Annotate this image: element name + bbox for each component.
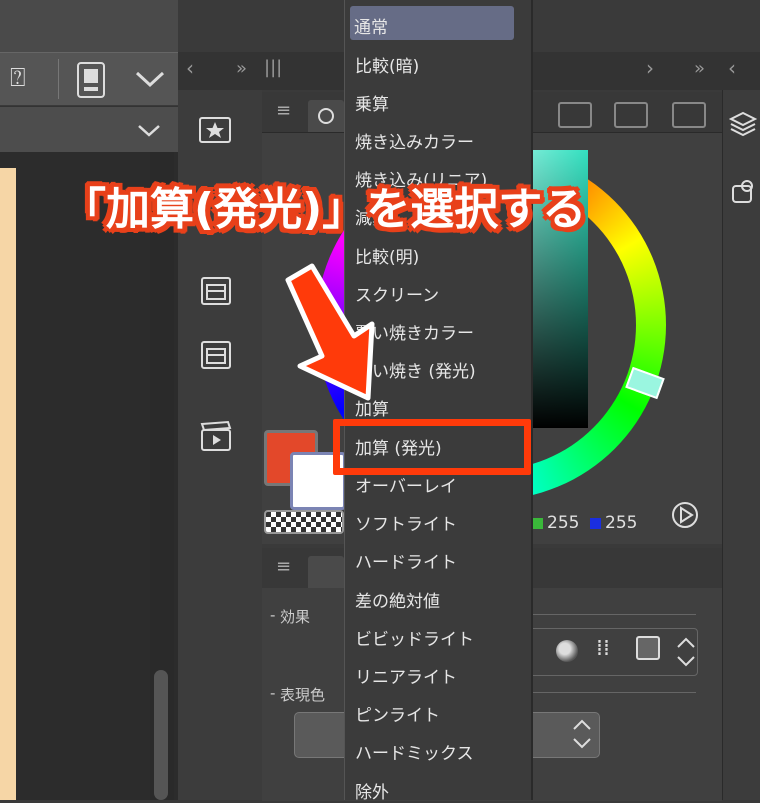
- expression-color-label: 表現色: [280, 686, 326, 704]
- highlight-box: [333, 419, 531, 475]
- tab-color-wheel[interactable]: [308, 100, 344, 132]
- menu-icon[interactable]: ≡: [276, 100, 291, 121]
- menu-item-hard-mix[interactable]: ハードミックス: [355, 739, 474, 764]
- animation-icon[interactable]: [200, 420, 232, 452]
- toolbar-divider: [58, 59, 59, 99]
- effect-section-label: 効果: [280, 608, 311, 626]
- right-top-bar: › » ‹: [528, 52, 760, 90]
- double-chevron-right-icon[interactable]: »: [694, 58, 705, 79]
- chevron-updown-icon[interactable]: [568, 716, 596, 752]
- transparent-color-swatch[interactable]: [264, 510, 344, 534]
- tab-layer-property[interactable]: [308, 556, 344, 588]
- help-icon[interactable]: ⍰: [10, 63, 26, 94]
- tab-color-history[interactable]: [614, 102, 648, 128]
- menu-item-normal-selected[interactable]: 通常: [354, 13, 388, 38]
- arrow-down-right-icon: [285, 263, 375, 401]
- panel-icon[interactable]: [200, 276, 232, 306]
- tab-sub-view[interactable]: [672, 102, 706, 128]
- play-circle-icon[interactable]: [670, 500, 700, 530]
- green-value-text: 255: [547, 513, 580, 533]
- chevron-down-icon[interactable]: [136, 123, 162, 139]
- expression-section-dash: -: [270, 684, 276, 702]
- menu-item-exclusion[interactable]: 除外: [355, 778, 389, 803]
- grip-icon[interactable]: |||: [264, 57, 282, 78]
- menu-item-soft-light[interactable]: ソフトライト: [355, 510, 457, 535]
- blue-value-text: 255: [605, 513, 638, 533]
- menu-item-hard-light[interactable]: ハードライト: [355, 548, 457, 573]
- chevron-down-icon[interactable]: [134, 69, 166, 89]
- circle-icon: [318, 108, 334, 124]
- layers-icon[interactable]: [729, 110, 757, 138]
- menu-item-multiply[interactable]: 乗算: [355, 90, 389, 115]
- menu-item-linear-light[interactable]: リニアライト: [355, 663, 457, 688]
- blue-value: 255: [590, 513, 637, 533]
- canvas-paper[interactable]: [0, 168, 16, 800]
- watercolor-edge-icon[interactable]: [556, 640, 578, 662]
- menu-item-color-burn[interactable]: 焼き込みカラー: [355, 128, 474, 153]
- tab-color-set[interactable]: [558, 102, 592, 128]
- divider: [530, 614, 696, 615]
- effect-section-dash: -: [270, 606, 276, 624]
- instruction-headline: 「加算(発光)」を選択する: [62, 184, 587, 235]
- right-icon-column: [722, 90, 760, 800]
- divider: [530, 692, 696, 693]
- chevron-left-icon[interactable]: ‹: [186, 56, 194, 80]
- green-value: 255: [532, 513, 579, 533]
- menu-item-difference[interactable]: 差の絶対値: [355, 587, 440, 612]
- layer-property-icon[interactable]: [729, 178, 757, 206]
- tone-icon[interactable]: ⁞⁞: [596, 636, 610, 661]
- scrollbar-thumb[interactable]: [154, 670, 168, 800]
- panel-icon[interactable]: [200, 340, 232, 370]
- menu-item-darken[interactable]: 比較(暗): [355, 52, 419, 77]
- left-toolbar: ⍰: [0, 52, 178, 105]
- menu-item-vivid-light[interactable]: ビビッドライト: [355, 625, 474, 650]
- double-chevron-right-icon[interactable]: »: [236, 58, 247, 79]
- chevron-updown-icon[interactable]: [672, 634, 700, 670]
- layer-color-icon[interactable]: [636, 636, 660, 660]
- menu-icon[interactable]: ≡: [276, 556, 291, 577]
- left-secondary-bar: [0, 106, 178, 154]
- chevron-left-icon[interactable]: ‹: [728, 56, 736, 80]
- star-folder-icon[interactable]: [198, 114, 232, 144]
- menu-item-overlay[interactable]: オーバーレイ: [355, 472, 457, 497]
- menu-item-pin-light[interactable]: ピンライト: [355, 701, 440, 726]
- chevron-right-icon[interactable]: ›: [646, 56, 654, 80]
- device-icon[interactable]: [76, 61, 106, 99]
